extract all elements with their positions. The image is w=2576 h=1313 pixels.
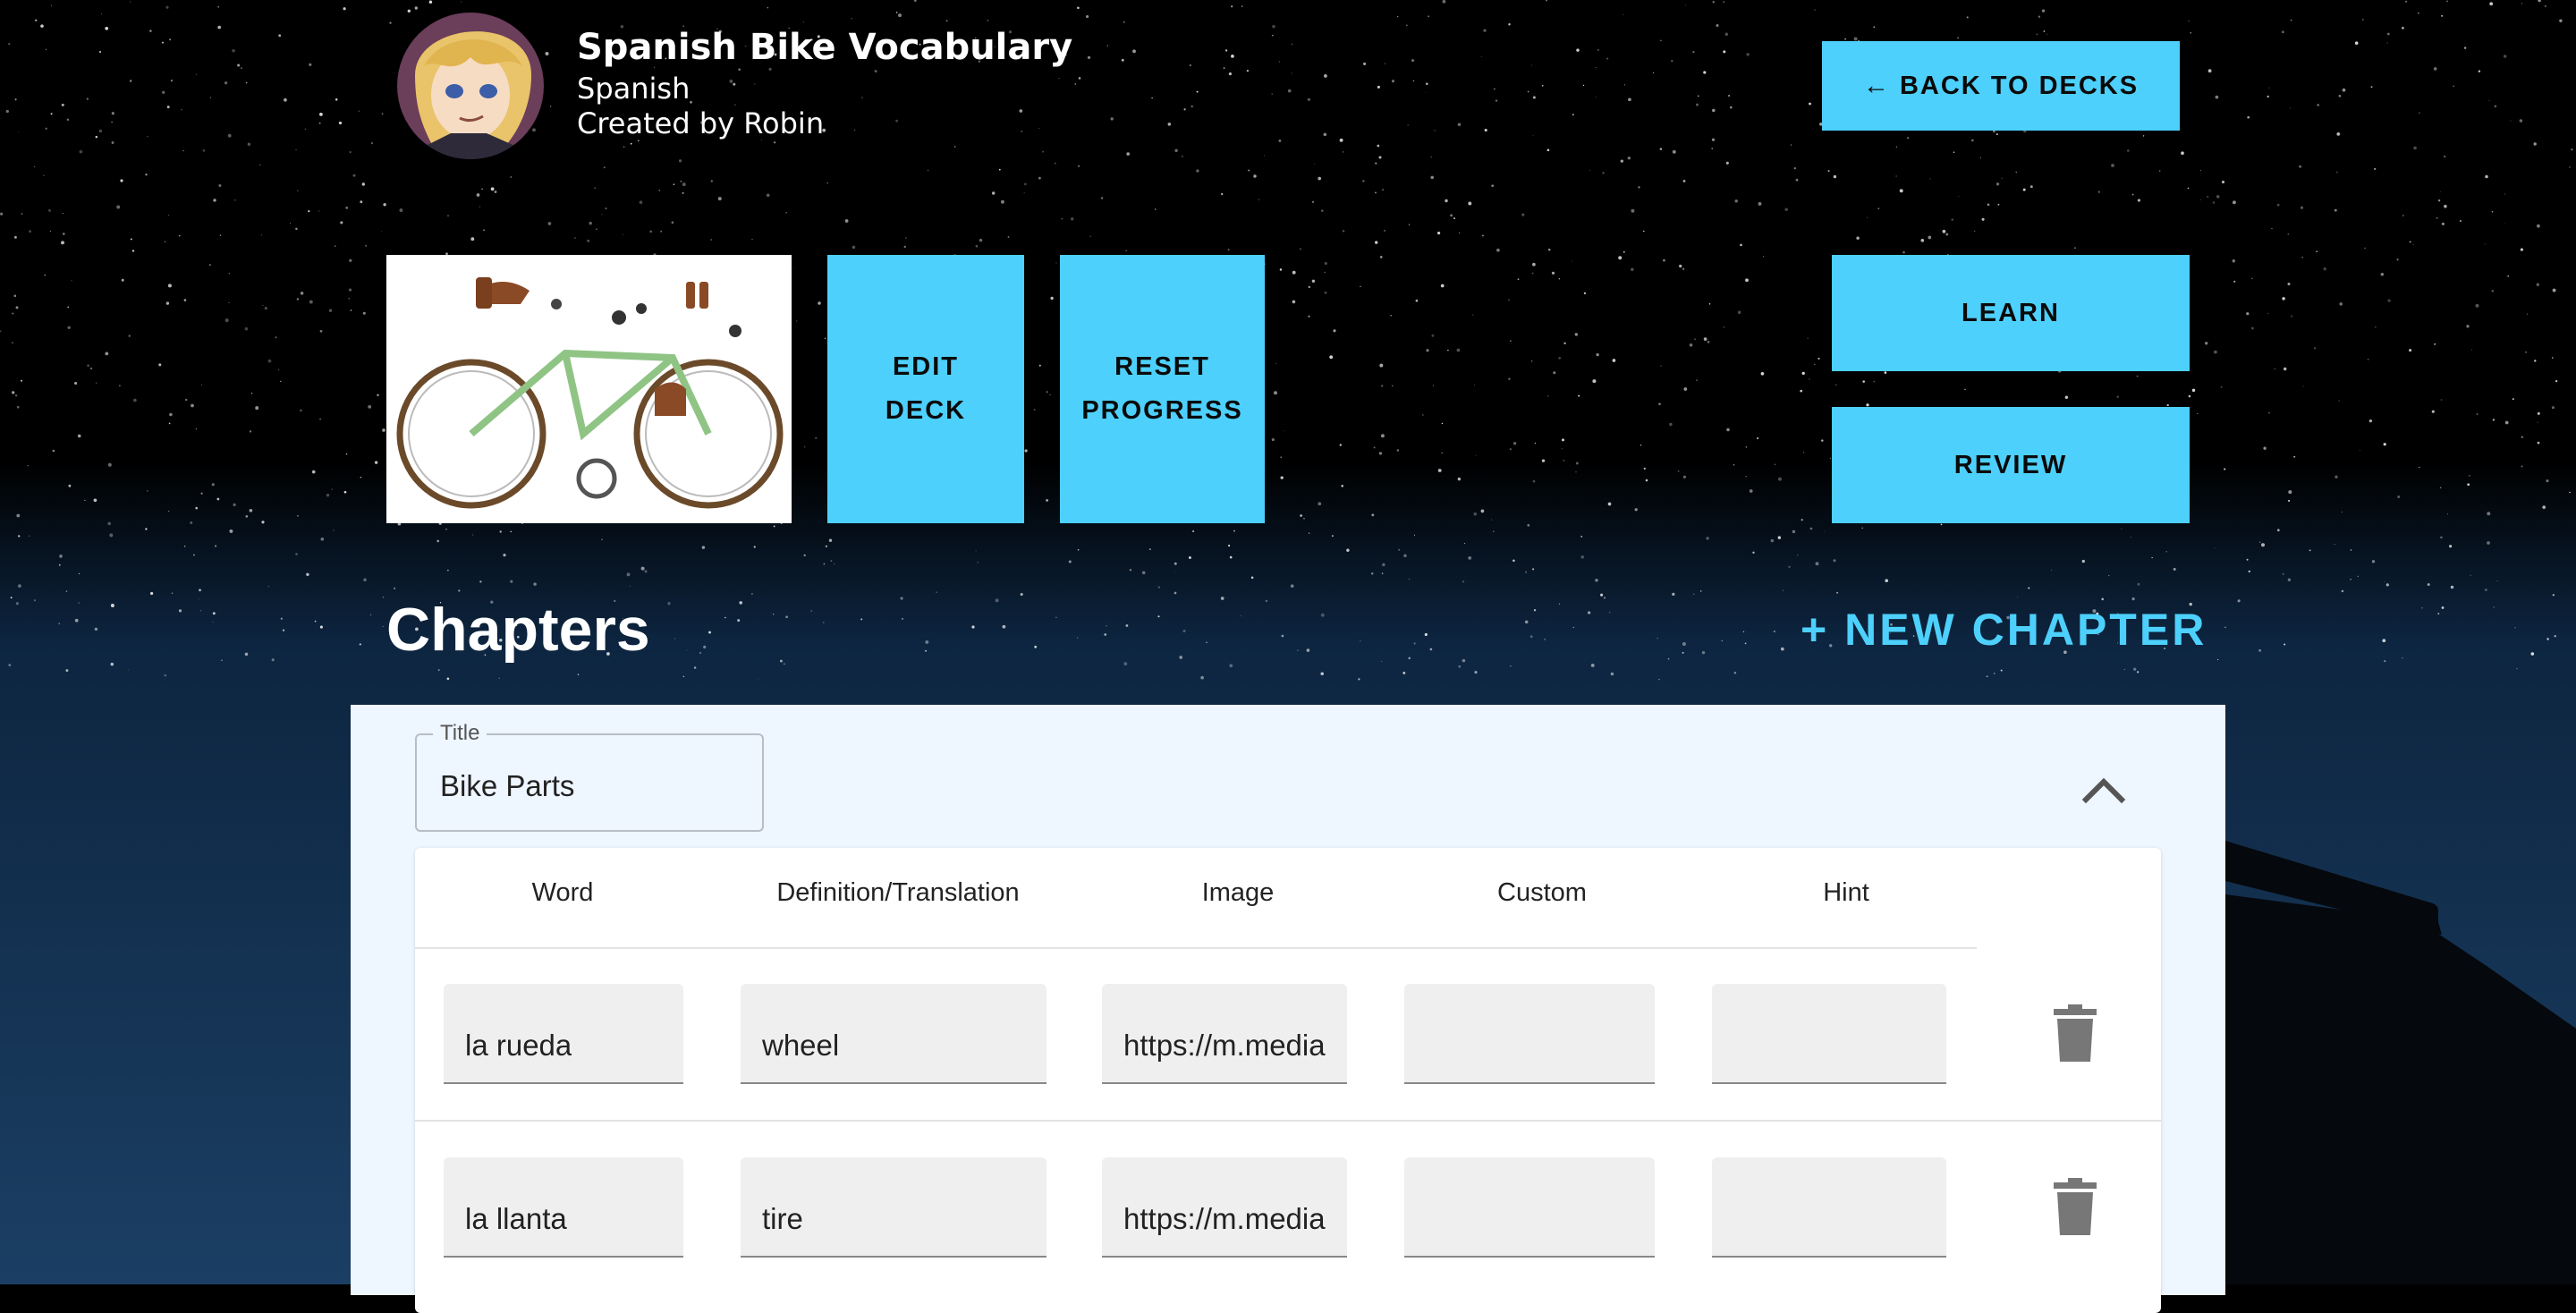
- image-url-value: https://m.media: [1123, 1029, 1326, 1062]
- column-header-definition: Definition/Translation: [776, 878, 1020, 907]
- bike-parts-image: [386, 255, 792, 523]
- word-input[interactable]: la llanta: [444, 1157, 683, 1258]
- word-value: la llanta: [465, 1202, 567, 1235]
- image-url-input[interactable]: https://m.media: [1102, 1157, 1347, 1258]
- chapters-heading: Chapters: [386, 596, 650, 664]
- hint-input[interactable]: [1712, 984, 1946, 1084]
- chapter-title-value[interactable]: Bike Parts: [440, 769, 574, 803]
- delete-row-button[interactable]: [2054, 1004, 2097, 1062]
- delete-row-button[interactable]: [2054, 1178, 2097, 1235]
- column-header-hint: Hint: [1823, 878, 1869, 907]
- learn-button[interactable]: LEARN: [1832, 255, 2190, 371]
- deck-language: Spanish: [577, 72, 691, 106]
- trash-icon: [2054, 1004, 2097, 1062]
- definition-value: wheel: [762, 1029, 840, 1062]
- image-url-input[interactable]: https://m.media: [1102, 984, 1347, 1084]
- new-chapter-button[interactable]: + NEW CHAPTER: [1801, 604, 2207, 656]
- collapse-chapter-button[interactable]: [2077, 767, 2131, 812]
- deck-title: Spanish Bike Vocabulary: [577, 27, 1073, 68]
- deck-author: Created by Robin: [577, 106, 825, 140]
- chapter-title-label: Title: [433, 721, 487, 746]
- trash-icon: [2054, 1178, 2097, 1235]
- cards-table: Word Definition/Translation Image Custom…: [415, 848, 2161, 1313]
- header-divider: [415, 947, 1977, 949]
- deck-cover-image: [386, 255, 792, 523]
- definition-input[interactable]: tire: [741, 1157, 1046, 1258]
- hint-input[interactable]: [1712, 1157, 1946, 1258]
- chapter-title-field[interactable]: Title Bike Parts: [415, 721, 764, 832]
- reset-progress-button[interactable]: RESET PROGRESS: [1060, 255, 1265, 523]
- chevron-up-icon: [2081, 777, 2126, 804]
- author-avatar: [397, 13, 544, 159]
- row-divider: [415, 1120, 2161, 1122]
- edit-deck-button[interactable]: EDIT DECK: [827, 255, 1024, 523]
- column-header-custom: Custom: [1497, 878, 1587, 907]
- review-button[interactable]: REVIEW: [1832, 407, 2190, 523]
- custom-input[interactable]: [1404, 1157, 1655, 1258]
- definition-value: tire: [762, 1202, 803, 1235]
- custom-input[interactable]: [1404, 984, 1655, 1084]
- image-url-value: https://m.media: [1123, 1202, 1326, 1235]
- word-value: la rueda: [465, 1029, 572, 1062]
- column-header-image: Image: [1201, 878, 1275, 907]
- word-input[interactable]: la rueda: [444, 984, 683, 1084]
- column-header-word: Word: [531, 878, 594, 907]
- chapter-panel: Title Bike Parts Word Definition/Transla…: [351, 705, 2225, 1313]
- back-to-decks-button[interactable]: ← BACK TO DECKS: [1822, 41, 2180, 131]
- definition-input[interactable]: wheel: [741, 984, 1046, 1084]
